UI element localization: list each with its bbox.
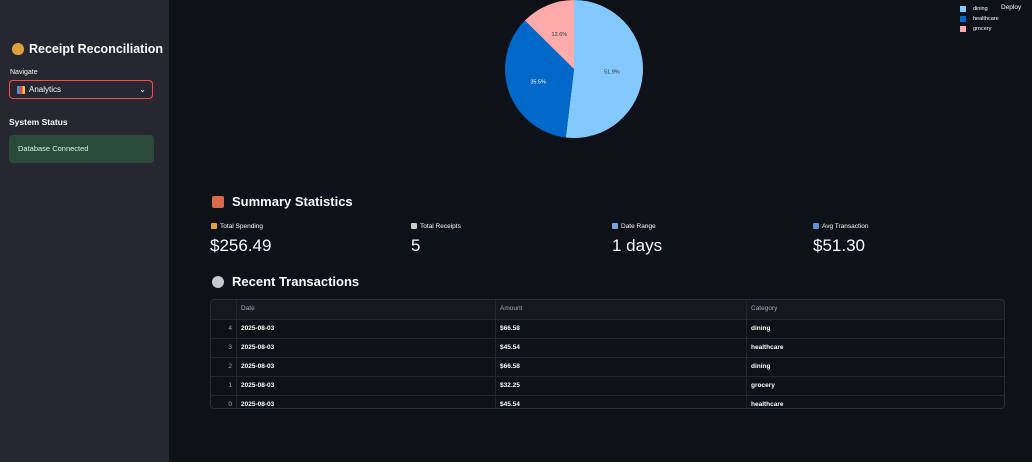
sidebar: Receipt Reconciliation Navigate Analytic… [0, 0, 169, 462]
credit-card-icon [813, 223, 819, 229]
cell-category[interactable]: dining [747, 320, 1004, 338]
cell-amount[interactable]: $66.58 [496, 358, 747, 376]
chevron-down-icon: ⌄ [139, 85, 146, 94]
status-success-alert: Database Connected [9, 135, 154, 163]
cell-date[interactable]: 2025-08-03 [237, 396, 496, 408]
metric-label-text: Avg Transaction [822, 223, 869, 230]
row-index: 1 [211, 377, 237, 395]
table-row[interactable]: 4 2025-08-03 $66.58 dining [211, 320, 1004, 339]
clipboard-icon [212, 196, 224, 208]
metric-value-date-range: 1 days [612, 236, 663, 255]
metric-label-text: Total Receipts [420, 223, 461, 230]
cell-category[interactable]: healthcare [747, 339, 1004, 357]
navigate-select[interactable]: Analytics ⌄ [9, 80, 153, 99]
cell-category[interactable]: healthcare [747, 396, 1004, 408]
cell-date[interactable]: 2025-08-03 [237, 339, 496, 357]
cell-amount[interactable]: $32.25 [496, 377, 747, 395]
clock-icon [212, 276, 224, 288]
legend-swatch [960, 16, 966, 22]
metric-label-total-receipts: Total Receipts [411, 223, 461, 230]
metric-value-total-receipts: 5 [411, 236, 421, 255]
category-pie-chart: 51.9% 35.5% 12.6% [505, 0, 643, 138]
metric-label-text: Date Range [621, 223, 656, 230]
app-title-text: Receipt Reconciliation [29, 42, 164, 56]
navigate-label: Navigate [10, 69, 38, 76]
metric-value-avg-transaction: $51.30 [813, 236, 865, 255]
row-index: 4 [211, 320, 237, 338]
table-row[interactable]: 1 2025-08-03 $32.25 grocery [211, 377, 1004, 396]
column-header-category[interactable]: Category [747, 300, 1004, 319]
document-icon [411, 223, 417, 229]
row-index: 0 [211, 396, 237, 408]
recent-transactions-heading: Recent Transactions [212, 274, 359, 289]
money-bag-icon [211, 223, 217, 229]
legend-item-dining: dining [960, 4, 999, 14]
cell-amount[interactable]: $45.54 [496, 339, 747, 357]
chart-legend: dining healthcare grocery [960, 4, 999, 34]
calendar-icon [612, 223, 618, 229]
summary-heading-text: Summary Statistics [232, 194, 353, 209]
money-bag-icon [12, 43, 24, 55]
table-row[interactable]: 2 2025-08-03 $66.58 dining [211, 358, 1004, 377]
pie-label-healthcare: 35.5% [530, 80, 546, 86]
legend-item-grocery: grocery [960, 24, 999, 34]
column-header-date[interactable]: Date [237, 300, 496, 319]
navigate-selected-value: Analytics [29, 85, 62, 94]
deploy-button[interactable]: Deploy [1001, 4, 1021, 11]
metric-value-total-spending: $256.49 [210, 236, 272, 255]
cell-date[interactable]: 2025-08-03 [237, 377, 496, 395]
system-status-heading: System Status [9, 117, 68, 127]
legend-label: healthcare [973, 16, 999, 22]
legend-swatch [960, 26, 966, 32]
table-row[interactable]: 3 2025-08-03 $45.54 healthcare [211, 339, 1004, 358]
row-index: 3 [211, 339, 237, 357]
cell-category[interactable]: dining [747, 358, 1004, 376]
legend-item-healthcare: healthcare [960, 14, 999, 24]
cell-date[interactable]: 2025-08-03 [237, 358, 496, 376]
recent-transactions-heading-text: Recent Transactions [232, 274, 360, 289]
table-header-row: Date Amount Category [211, 300, 1004, 320]
row-index: 2 [211, 358, 237, 376]
pie-label-dining: 51.9% [604, 69, 620, 75]
table-row[interactable]: 0 2025-08-03 $45.54 healthcare [211, 396, 1004, 408]
cell-amount[interactable]: $66.58 [496, 320, 747, 338]
metric-label-date-range: Date Range [612, 223, 656, 230]
transactions-table[interactable]: Date Amount Category 4 2025-08-03 $66.58… [210, 299, 1005, 409]
legend-label: dining [973, 6, 988, 12]
legend-label: grocery [973, 26, 992, 32]
pie-label-grocery: 12.6% [552, 32, 568, 38]
legend-swatch [960, 6, 966, 12]
cell-amount[interactable]: $45.54 [496, 396, 747, 408]
cell-category[interactable]: grocery [747, 377, 1004, 395]
cell-date[interactable]: 2025-08-03 [237, 320, 496, 338]
status-message: Database Connected [18, 144, 89, 153]
metric-label-text: Total Spending [220, 223, 264, 230]
bar-chart-icon [17, 86, 25, 94]
metric-label-total-spending: Total Spending [211, 223, 263, 230]
summary-heading: Summary Statistics [212, 194, 353, 209]
metric-label-avg-transaction: Avg Transaction [813, 223, 869, 230]
column-header-amount[interactable]: Amount [496, 300, 747, 319]
app-title: Receipt Reconciliation [12, 42, 163, 56]
column-header-index [211, 300, 237, 319]
